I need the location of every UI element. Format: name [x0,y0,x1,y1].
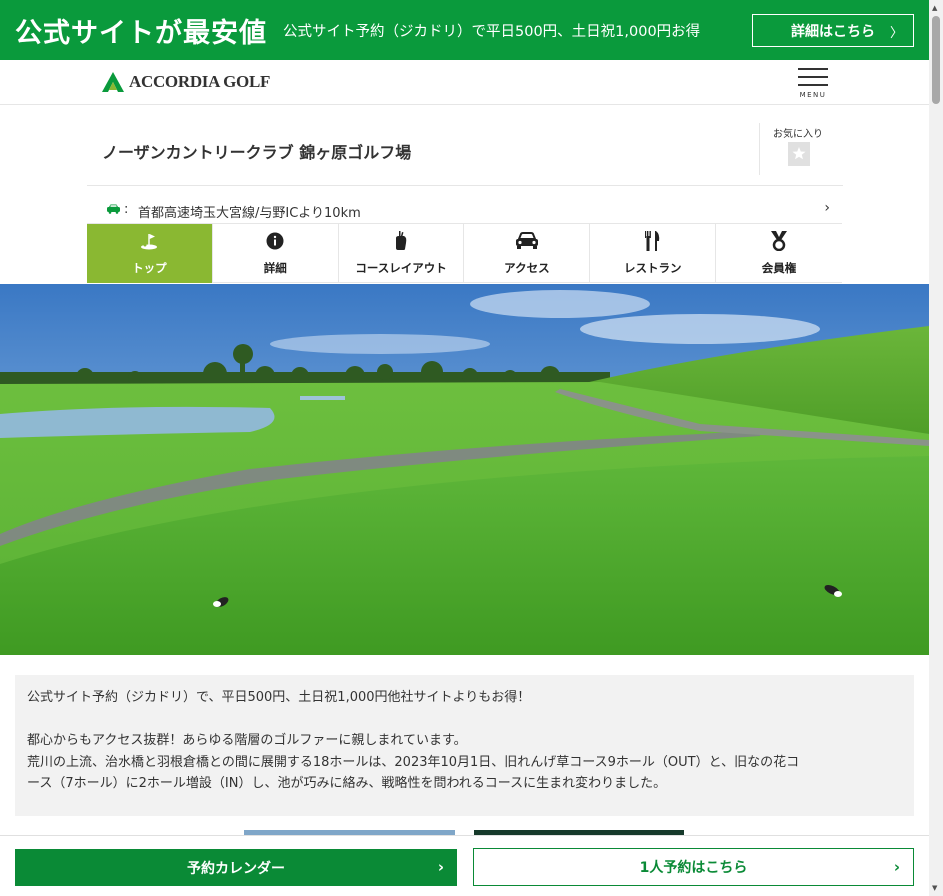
info-icon [213,231,338,251]
golf-bag-icon [339,231,464,251]
description-line: 都心からもアクセス抜群！あらゆる階層のゴルファーに親しまれています。 [27,733,467,748]
tab-label: トップ [132,261,167,275]
reservation-calendar-label: 予約カレンダー [187,860,285,877]
club-nav-tabs: トップ 詳細 コースレイアウト アクセス レストラン 会員権 [87,223,842,283]
promo-banner: 公式サイトが最安値 公式サイト予約（ジカドリ）で平日500円、土日祝1,000円… [0,0,929,60]
fork-knife-icon [590,231,715,251]
promo-subtitle: 公式サイト予約（ジカドリ）で平日500円、土日祝1,000円お得 [283,23,701,40]
access-text: 首都高速埼玉大宮線/与野ICより10km [138,206,361,221]
accordia-logo[interactable]: ACCORDIA GOLF [101,71,270,93]
chevron-right-icon: › [437,858,444,876]
menu-label: MENU [799,91,827,99]
car-icon [107,204,120,214]
access-link[interactable]: : 首都高速埼玉大宮線/与野ICより10km › [87,199,843,223]
favorite-label: お気に入り [773,129,823,140]
tab-restaurant[interactable]: レストラン [590,224,717,283]
hamburger-line [798,84,828,86]
reservation-calendar-button[interactable]: 予約カレンダー › [15,849,457,886]
bookmark-star-icon [788,142,810,166]
club-name: ノーザンカントリークラブ 錦ヶ原ゴルフ場 [102,143,412,162]
hamburger-icon [798,68,828,70]
chevron-right-icon: › [893,858,900,876]
tab-course-layout[interactable]: コースレイアウト [339,224,465,283]
scrollbar-thumb[interactable] [932,16,940,104]
tab-membership[interactable]: 会員権 [716,224,842,283]
promo-title: 公式サイトが最安値 [15,17,267,49]
description-line: 荒川の上流、治水橋と羽根倉橋との間に展開する18ホールは、2023年10月1日、… [27,754,800,770]
chevron-right-icon: › [824,200,830,216]
logo-mark-icon [102,72,124,92]
scroll-down-icon[interactable]: ▼ [932,884,937,892]
scroll-up-icon[interactable]: ▲ [932,4,937,12]
tab-label: コースレイアウト [355,261,447,275]
hero-course-image [0,284,929,655]
tab-access[interactable]: アクセス [464,224,591,283]
bottom-action-bar: 予約カレンダー › 1人予約はこちら › [0,835,929,896]
promo-detail-button[interactable]: 詳細はこちら 〉 [752,14,914,47]
car-icon [464,231,589,251]
tab-label: レストラン [623,261,682,275]
access-colon: : [124,202,129,217]
description-line: ース（7ホール）に2ホール増設（IN）し、池が巧みに絡み、戦略性を問われるコース… [27,776,667,791]
hamburger-line [798,76,828,78]
tab-label: 詳細 [263,261,287,275]
tab-detail[interactable]: 詳細 [213,224,339,283]
tab-top[interactable]: トップ [87,224,213,283]
promo-detail-label: 詳細はこちら [791,23,875,40]
tab-label: 会員権 [761,261,797,275]
logo-text: ACCORDIA GOLF [129,72,271,91]
site-header: ACCORDIA GOLF MENU [0,60,929,105]
solo-reservation-label: 1人予約はこちら [639,860,748,876]
medal-icon [716,231,842,251]
chevron-right-icon: 〉 [889,26,903,41]
favorite-button[interactable]: お気に入り [759,123,831,175]
tab-label: アクセス [504,261,550,275]
golf-flag-icon [87,231,212,251]
menu-button[interactable]: MENU [798,68,828,100]
club-header: ノーザンカントリークラブ 錦ヶ原ゴルフ場 お気に入り [87,106,843,186]
page-scrollbar[interactable]: ▲ ▼ [929,0,943,896]
description-line: 公式サイト予約（ジカドリ）で、平日500円、土日祝1,000円他社サイトよりもお… [27,690,531,705]
solo-reservation-button[interactable]: 1人予約はこちら › [473,848,914,886]
club-description: 公式サイト予約（ジカドリ）で、平日500円、土日祝1,000円他社サイトよりもお… [15,675,914,816]
